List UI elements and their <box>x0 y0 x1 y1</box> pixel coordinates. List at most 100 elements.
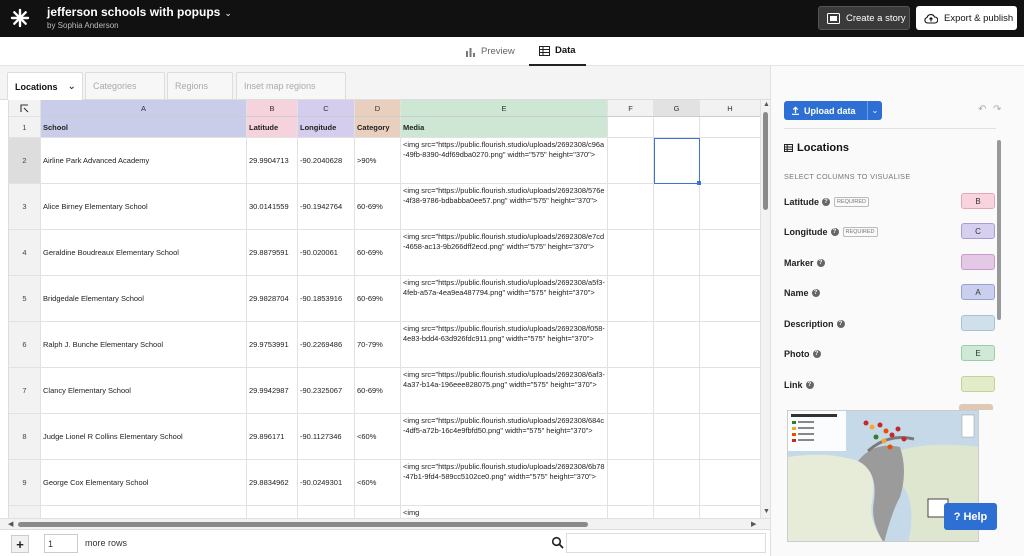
table-cell-school[interactable]: Alice Birney Elementary School <box>41 184 247 230</box>
column-header-d[interactable]: D <box>355 100 401 117</box>
sheet-tab-inset-map-regions[interactable]: Inset map regions <box>236 72 346 99</box>
table-cell-school[interactable]: Bridgedale Elementary School <box>41 276 247 322</box>
table-cell-media[interactable]: <img src="https://public.flourish.studio… <box>401 276 608 322</box>
search-icon[interactable] <box>551 536 565 550</box>
table-cell-cat[interactable]: 70-79% <box>355 322 401 368</box>
rows-count-input[interactable]: 1 <box>44 534 78 553</box>
select-all-corner[interactable] <box>9 100 41 117</box>
table-cell-empty[interactable] <box>700 138 760 184</box>
column-name-cell[interactable] <box>654 117 700 138</box>
table-cell-lon[interactable]: -90.1942764 <box>298 184 355 230</box>
chevron-down-icon[interactable]: ⌄ <box>224 8 232 19</box>
column-name-cell[interactable] <box>608 117 654 138</box>
project-title[interactable]: jefferson schools with popups ⌄ <box>47 5 232 19</box>
table-cell-school[interactable]: Geraldine Boudreaux Elementary School <box>41 230 247 276</box>
column-selector[interactable] <box>961 254 995 270</box>
table-cell-empty[interactable] <box>654 506 700 518</box>
column-header-c[interactable]: C <box>298 100 355 117</box>
scroll-left-arrow-icon[interactable]: ◀ <box>8 520 13 528</box>
table-cell-media[interactable]: <img src="https://public.flourish.studio… <box>401 230 608 276</box>
grid-horizontal-scrollbar[interactable]: ◀ ▶ <box>0 518 770 529</box>
help-icon[interactable]: ? <box>830 227 839 236</box>
upload-options-dropdown[interactable]: ⌄ <box>867 101 882 120</box>
sheet-tab-regions[interactable]: Regions <box>167 72 233 99</box>
column-selector[interactable] <box>961 376 995 392</box>
fill-handle[interactable] <box>697 181 701 185</box>
table-cell-lat[interactable]: 29.8879591 <box>247 230 298 276</box>
column-selector[interactable]: A <box>961 284 995 300</box>
table-cell-lon[interactable]: -90.1853916 <box>298 276 355 322</box>
row-number[interactable]: 8 <box>9 414 41 460</box>
column-header-a[interactable]: A <box>41 100 247 117</box>
sheet-tab-locations[interactable]: Locations ⌄ <box>7 72 83 100</box>
chevron-down-icon[interactable]: ⌄ <box>68 81 76 92</box>
table-cell-empty[interactable] <box>654 368 700 414</box>
grid-vertical-scrollbar[interactable]: ▲ ▼ <box>760 100 770 518</box>
table-cell-lon[interactable]: -90.2269486 <box>298 322 355 368</box>
scroll-right-arrow-icon[interactable]: ▶ <box>751 520 756 528</box>
row-number[interactable]: 9 <box>9 460 41 506</box>
table-cell-empty[interactable] <box>700 230 760 276</box>
column-name-cell[interactable]: Category <box>355 117 401 138</box>
table-cell-lon[interactable]: -90.2040628 <box>298 138 355 184</box>
scroll-down-arrow-icon[interactable]: ▼ <box>763 508 770 515</box>
table-cell-school[interactable]: Ralph J. Bunche Elementary School <box>41 322 247 368</box>
table-cell-empty[interactable] <box>654 276 700 322</box>
table-cell-media[interactable]: <img src="https://public.flourish.studio… <box>401 138 608 184</box>
add-rows-button[interactable]: + <box>11 535 29 553</box>
create-story-button[interactable]: Create a story <box>818 6 910 30</box>
column-selector[interactable]: B <box>961 193 995 209</box>
table-cell-school[interactable]: Judge Lionel R Collins Elementary School <box>41 414 247 460</box>
table-cell-empty[interactable] <box>608 368 654 414</box>
export-publish-button[interactable]: Export & publish <box>916 6 1017 30</box>
table-cell-cat[interactable]: <60% <box>355 460 401 506</box>
tab-data[interactable]: Data <box>529 37 586 66</box>
panel-scrollbar[interactable] <box>996 138 1002 548</box>
help-icon[interactable]: ? <box>812 349 821 358</box>
row-number[interactable]: 4 <box>9 230 41 276</box>
table-cell-media[interactable]: <img src="https://public.flourish.studio… <box>401 184 608 230</box>
row-number[interactable]: 1 <box>9 117 41 138</box>
table-cell-empty[interactable] <box>700 184 760 230</box>
horizontal-scroll-thumb[interactable] <box>18 522 588 527</box>
table-cell-lat[interactable]: 29.8834962 <box>247 460 298 506</box>
table-cell-school[interactable]: Clancy Elementary School <box>41 368 247 414</box>
table-cell-lat[interactable]: 29.9904713 <box>247 138 298 184</box>
table-cell-lat[interactable]: 29.896171 <box>247 414 298 460</box>
table-cell-cat[interactable]: 60-69% <box>355 184 401 230</box>
column-header-h[interactable]: H <box>700 100 760 117</box>
table-cell-empty[interactable] <box>608 230 654 276</box>
table-cell-empty[interactable] <box>608 184 654 230</box>
row-number[interactable]: 6 <box>9 322 41 368</box>
table-cell-empty[interactable] <box>654 322 700 368</box>
table-cell-school[interactable] <box>41 506 247 518</box>
row-number[interactable]: 3 <box>9 184 41 230</box>
tab-preview[interactable]: Preview <box>455 37 525 66</box>
table-cell-empty[interactable] <box>608 322 654 368</box>
table-cell-school[interactable]: George Cox Elementary School <box>41 460 247 506</box>
table-cell-media[interactable]: <img src="https://public.flourish.studio… <box>401 322 608 368</box>
row-number[interactable]: 7 <box>9 368 41 414</box>
table-cell-media[interactable]: <img src="https://public.flourish.studio… <box>401 460 608 506</box>
table-cell-empty[interactable] <box>700 368 760 414</box>
sheet-tab-categories[interactable]: Categories <box>85 72 165 99</box>
data-grid[interactable]: A B C D E F G H 1 School Latitude Longitude Category… <box>8 100 760 518</box>
help-button[interactable]: ? Help <box>944 503 997 530</box>
column-header-f[interactable]: F <box>608 100 654 117</box>
column-selector[interactable] <box>961 315 995 331</box>
table-cell-empty[interactable] <box>608 138 654 184</box>
column-name-cell[interactable]: School <box>41 117 247 138</box>
column-name-cell[interactable]: Longitude <box>298 117 355 138</box>
panel-scroll-thumb[interactable] <box>997 140 1001 320</box>
table-cell-media[interactable]: <img src="https://public.flourish.studio… <box>401 368 608 414</box>
row-number[interactable]: 5 <box>9 276 41 322</box>
table-cell-empty[interactable] <box>654 414 700 460</box>
undo-icon[interactable]: ↶ <box>978 104 986 115</box>
table-cell-lat[interactable]: 29.9753991 <box>247 322 298 368</box>
table-cell-school[interactable]: Airline Park Advanced Academy <box>41 138 247 184</box>
table-cell-cat[interactable] <box>355 506 401 518</box>
column-name-cell[interactable] <box>700 117 760 138</box>
redo-icon[interactable]: ↷ <box>993 104 1001 115</box>
help-icon[interactable]: ? <box>805 380 814 389</box>
table-cell-empty[interactable] <box>654 184 700 230</box>
